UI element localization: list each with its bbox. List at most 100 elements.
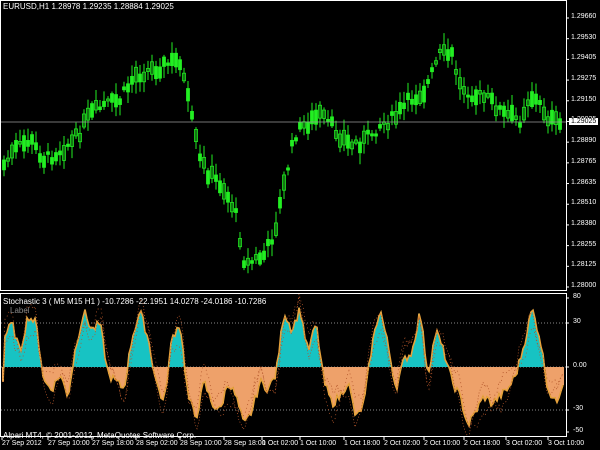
candle-body bbox=[378, 124, 382, 129]
histogram-bar-positive bbox=[6, 332, 8, 367]
candle-body bbox=[242, 260, 246, 268]
candle-body bbox=[398, 101, 402, 115]
oscillator-tick-label: 80 bbox=[573, 293, 581, 300]
time-tick-label: 2 Oct 02:00 bbox=[384, 440, 421, 447]
candle-body bbox=[26, 140, 30, 147]
candle-body bbox=[46, 151, 50, 155]
candle-body bbox=[166, 62, 170, 66]
time-tick-label: 1 Oct 18:00 bbox=[344, 440, 381, 447]
candle-body bbox=[286, 167, 290, 171]
histogram-bar-negative bbox=[480, 367, 482, 401]
histogram-bar-negative bbox=[232, 367, 234, 388]
histogram-bar-positive bbox=[532, 310, 534, 367]
histogram-bar-positive bbox=[314, 326, 316, 367]
candle-body bbox=[294, 137, 298, 142]
price-tick-label: 1.29275 bbox=[571, 75, 597, 83]
histogram-bar-negative bbox=[552, 367, 554, 398]
histogram-bar-positive bbox=[32, 322, 34, 367]
histogram-bar-positive bbox=[524, 344, 526, 367]
histogram-bar-negative bbox=[218, 367, 220, 407]
histogram-bar-positive bbox=[536, 330, 538, 367]
time-tick-label: 3 Oct 02:00 bbox=[506, 440, 543, 447]
candle-body bbox=[326, 119, 330, 122]
histogram-bar-positive bbox=[96, 321, 98, 367]
candle-body bbox=[446, 49, 450, 61]
histogram-bar-positive bbox=[88, 326, 90, 367]
price-tick-label: 1.28000 bbox=[571, 282, 597, 289]
histogram-bar-positive bbox=[138, 314, 140, 367]
histogram-bar-negative bbox=[456, 367, 458, 388]
oscillator-tick-label: 0.00 bbox=[573, 362, 587, 369]
candle-body bbox=[38, 153, 42, 163]
price-tick-label: 1.28635 bbox=[571, 178, 597, 186]
price-tick-label: 1.28125 bbox=[571, 261, 597, 269]
candle-body bbox=[426, 79, 430, 84]
histogram-bar-positive bbox=[304, 338, 306, 367]
histogram-bar-negative bbox=[498, 367, 500, 394]
histogram-bar-negative bbox=[550, 367, 552, 398]
candle-body bbox=[170, 52, 174, 67]
histogram-bar-negative bbox=[330, 367, 332, 398]
candle-body bbox=[330, 116, 334, 127]
histogram-bar-positive bbox=[90, 328, 92, 367]
histogram-bar-positive bbox=[30, 318, 32, 367]
histogram-bar-positive bbox=[300, 317, 302, 367]
histogram-bar-negative bbox=[554, 367, 556, 398]
price-tick-label: 1.29530 bbox=[571, 33, 597, 41]
histogram-bar-negative bbox=[116, 367, 118, 381]
candle-body bbox=[154, 66, 158, 80]
candle-body bbox=[374, 133, 378, 137]
histogram-bar-negative bbox=[272, 367, 274, 379]
histogram-bar-negative bbox=[468, 367, 470, 426]
histogram-bar-positive bbox=[292, 328, 294, 367]
histogram-bar-positive bbox=[384, 330, 386, 367]
histogram-bar-positive bbox=[140, 311, 142, 367]
histogram-bar-positive bbox=[294, 320, 296, 367]
histogram-bar-negative bbox=[470, 367, 472, 417]
histogram-bar-negative bbox=[240, 367, 242, 411]
time-tick-label: 2 Oct 18:00 bbox=[464, 440, 501, 447]
histogram-bar-negative bbox=[494, 367, 496, 399]
candle-body bbox=[346, 134, 350, 149]
histogram-bar-negative bbox=[346, 367, 348, 387]
candle-body bbox=[190, 111, 194, 120]
candle-body bbox=[298, 122, 302, 130]
candle-body bbox=[130, 75, 134, 85]
candle-body bbox=[54, 152, 58, 162]
histogram-bar-negative bbox=[492, 367, 494, 404]
price-tick-label: 1.28890 bbox=[571, 137, 597, 145]
histogram-bar-positive bbox=[92, 327, 94, 367]
histogram-bar-positive bbox=[378, 316, 380, 367]
histogram-bar-negative bbox=[242, 367, 244, 419]
oscillator-label: Label bbox=[10, 306, 30, 315]
candle-body bbox=[122, 86, 126, 91]
histogram-bar-positive bbox=[410, 356, 412, 367]
histogram-bar-positive bbox=[134, 330, 136, 367]
candle-body bbox=[198, 153, 202, 162]
candle-body bbox=[270, 239, 274, 245]
histogram-bar-negative bbox=[556, 367, 558, 403]
histogram-bar-negative bbox=[340, 367, 342, 393]
price-panel-frame bbox=[0, 0, 567, 291]
time-tick-label: 28 Sep 18:00 bbox=[224, 440, 266, 447]
histogram-bar-positive bbox=[286, 321, 288, 367]
price-tick-label: 1.28510 bbox=[571, 199, 597, 207]
histogram-bar-negative bbox=[358, 367, 360, 411]
candle-body bbox=[410, 98, 414, 105]
histogram-bar-negative bbox=[488, 367, 490, 399]
histogram-bar-positive bbox=[440, 343, 442, 367]
histogram-bar-negative bbox=[356, 367, 358, 414]
time-tick-label: 1 Oct 02:00 bbox=[262, 440, 299, 447]
time-tick-label: 28 Sep 02:00 bbox=[136, 440, 178, 447]
histogram-bar-negative bbox=[202, 367, 204, 383]
copyright-text: Alpari MT4, © 2001-2012, MetaQuotes Soft… bbox=[3, 431, 197, 440]
candle-body bbox=[158, 66, 162, 79]
chart-canvas[interactable] bbox=[0, 0, 600, 450]
candle-body bbox=[510, 104, 514, 122]
current-price-badge: 1.29025 bbox=[569, 118, 599, 125]
candle-body bbox=[226, 191, 230, 203]
candle-body bbox=[110, 93, 114, 103]
time-tick-label: 1 Oct 10:00 bbox=[300, 440, 337, 447]
time-tick-label: 28 Sep 10:00 bbox=[180, 440, 222, 447]
histogram-bar-negative bbox=[472, 367, 474, 415]
